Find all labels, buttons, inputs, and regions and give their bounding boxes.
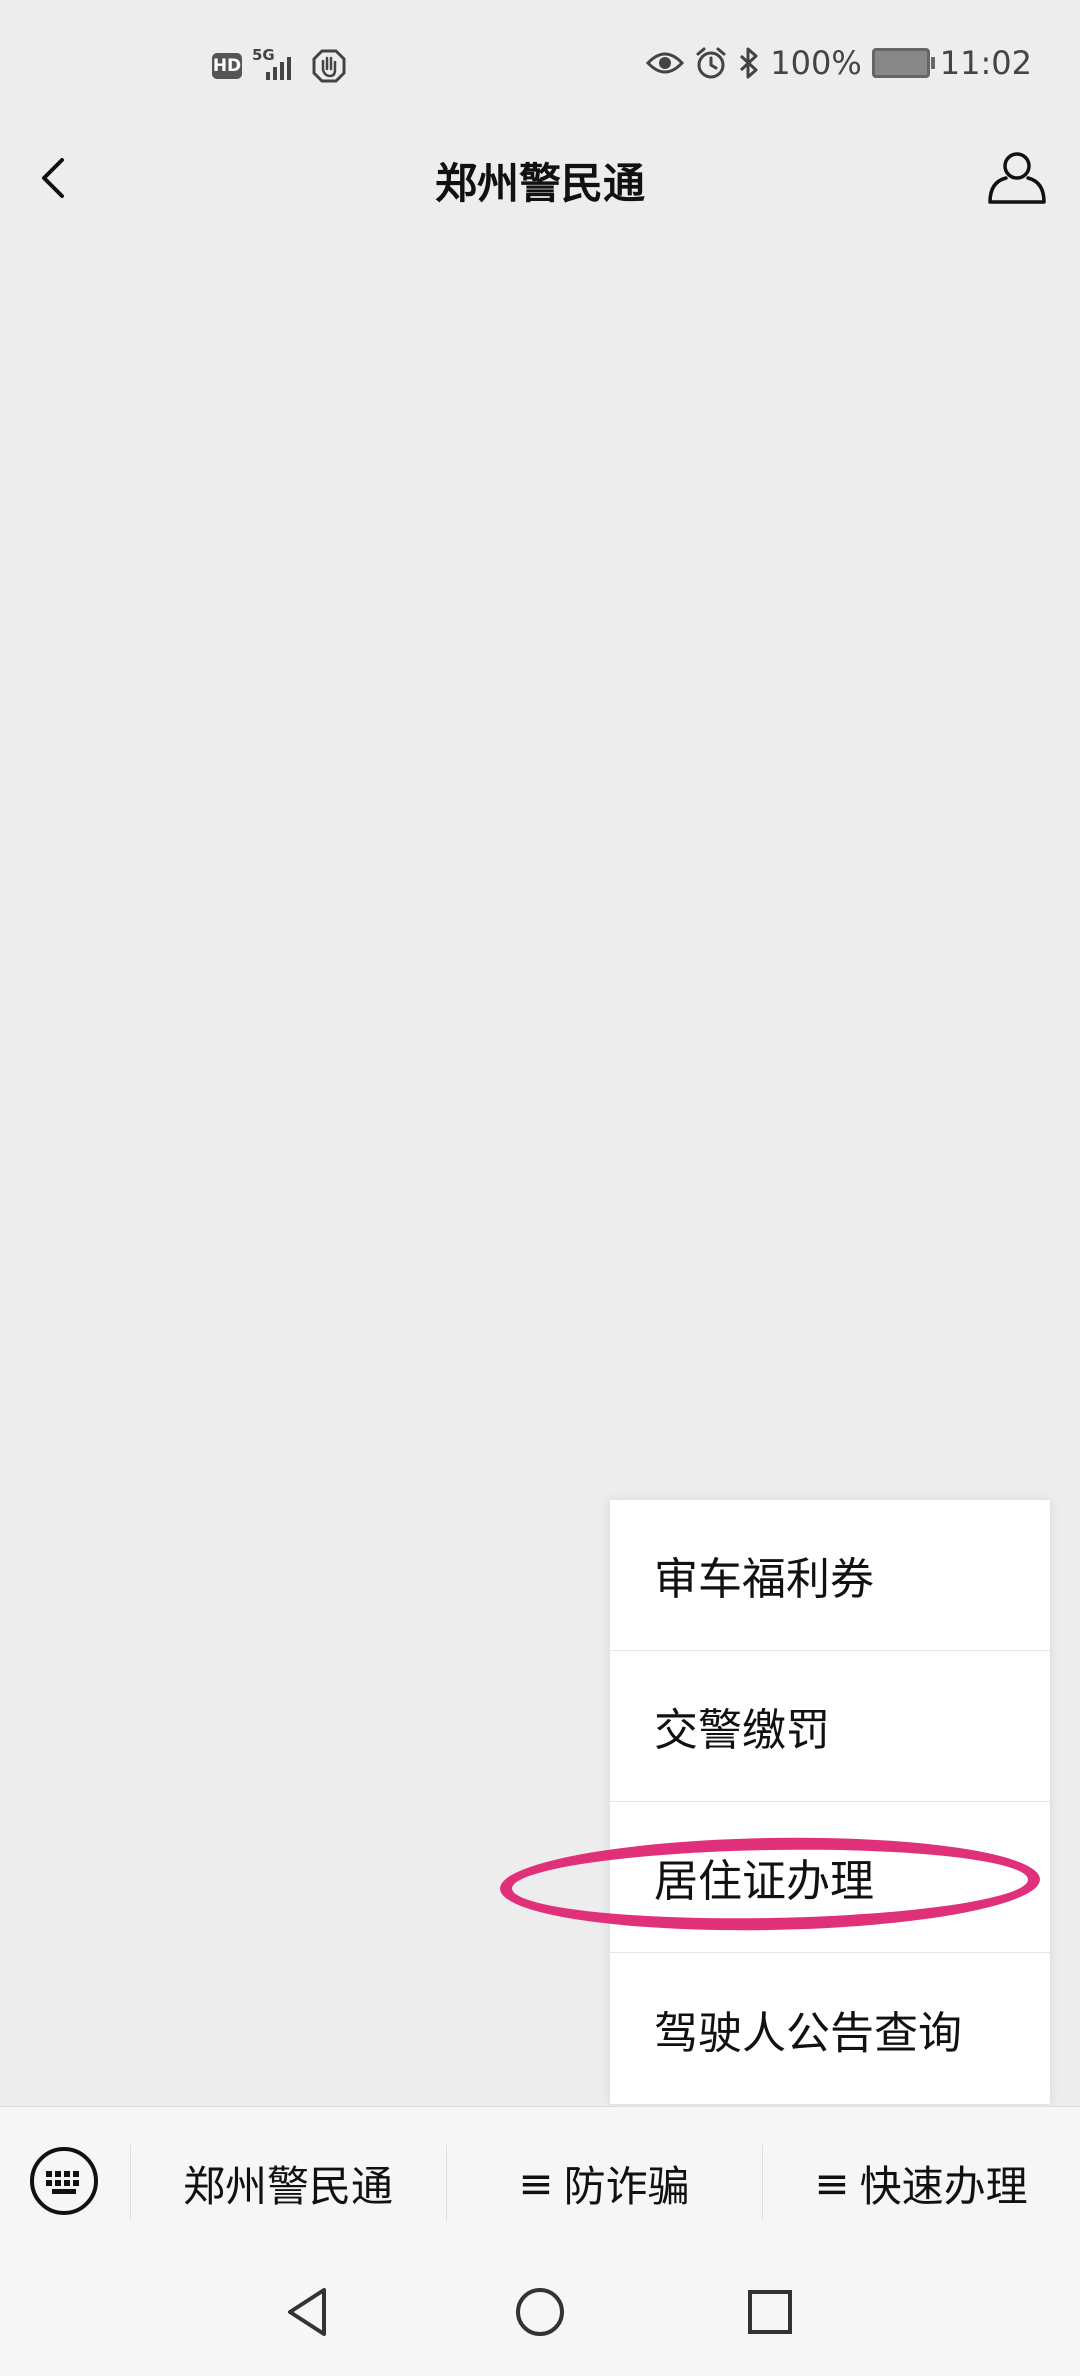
back-triangle-icon[interactable]	[276, 2280, 340, 2344]
user-icon[interactable]	[984, 144, 1050, 210]
bottom-menu: 郑州警民通 ≡ 防诈骗 ≡ 快速办理	[0, 2106, 1080, 2259]
menu-item-traffic-fine[interactable]: 交警缴罚	[610, 1651, 1050, 1802]
recents-square-icon[interactable]	[738, 2280, 802, 2344]
popup-menu: 审车福利券 交警缴罚 居住证办理 驾驶人公告查询	[610, 1500, 1050, 2104]
tab-anti-fraud[interactable]: ≡ 防诈骗	[446, 2107, 762, 2259]
clock: 11:02	[939, 44, 1032, 82]
tab-label: 防诈骗	[563, 2161, 690, 2211]
menu-icon: ≡	[814, 2158, 850, 2208]
keyboard-icon[interactable]	[28, 2145, 100, 2217]
menu-item-review-coupon[interactable]: 审车福利券	[610, 1500, 1050, 1651]
bluetooth-icon	[740, 47, 758, 79]
signal-icon: 5G	[252, 46, 302, 84]
tab-label: 郑州警民通	[182, 2161, 393, 2211]
hd-icon: HD	[212, 53, 242, 79]
tab-quick-service[interactable]: ≡ 快速办理	[762, 2107, 1080, 2259]
home-circle-icon[interactable]	[508, 2280, 572, 2344]
battery-percent: 100%	[770, 44, 862, 82]
menu-item-driver-notice[interactable]: 驾驶人公告查询	[610, 1953, 1050, 2104]
system-nav-bar	[0, 2258, 1080, 2376]
eye-icon	[646, 52, 685, 74]
alarm-icon	[696, 47, 726, 79]
tab-zhengzhou-jingmintong[interactable]: 郑州警民通	[130, 2107, 446, 2259]
hand-icon	[312, 49, 346, 83]
menu-icon: ≡	[518, 2158, 554, 2208]
battery-icon	[871, 48, 935, 78]
status-bar: HD 5G 100% 11:02	[0, 0, 1080, 138]
tab-label: 快速办理	[859, 2161, 1028, 2211]
page-title: 郑州警民通	[434, 159, 645, 208]
nav-bar: 郑州警民通	[0, 138, 1080, 218]
